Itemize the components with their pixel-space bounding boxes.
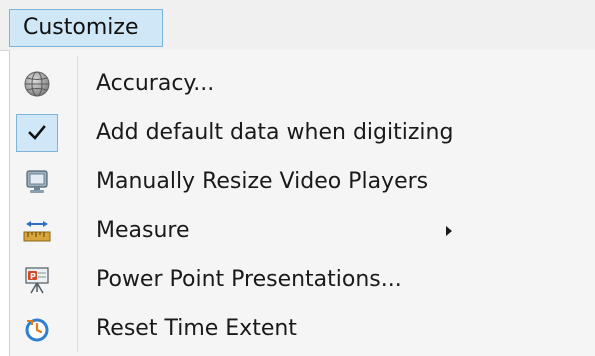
menu-item-powerpoint-presentations[interactable]: P Power Point Presentations... — [10, 256, 595, 304]
menu-item-reset-time-extent[interactable]: Reset Time Extent — [10, 305, 595, 353]
menu-item-accuracy[interactable]: Accuracy... — [10, 60, 595, 108]
menu-item-resize-video-players[interactable]: Manually Resize Video Players — [10, 158, 595, 206]
presentation-icon: P — [16, 261, 58, 299]
menu-item-label: Accuracy... — [96, 71, 215, 96]
reset-clock-icon — [16, 310, 58, 348]
monitor-icon — [16, 163, 58, 201]
svg-text:P: P — [30, 272, 36, 281]
menu-item-label: Power Point Presentations... — [96, 267, 402, 292]
menu-item-add-default-data[interactable]: Add default data when digitizing — [10, 109, 595, 157]
menu-item-label: Add default data when digitizing — [96, 120, 454, 145]
checkmark-icon — [16, 114, 58, 152]
ruler-icon — [16, 212, 58, 250]
menu-bar: Customize — [0, 0, 595, 51]
menu-item-measure[interactable]: Measure — [10, 207, 595, 255]
customize-menu-header[interactable]: Customize — [9, 9, 163, 47]
submenu-arrow-icon — [446, 226, 452, 236]
customize-dropdown-menu: Accuracy... Add default data when digiti… — [9, 50, 595, 356]
menu-item-label: Reset Time Extent — [96, 316, 297, 341]
menu-item-label: Measure — [96, 218, 190, 243]
globe-icon — [16, 65, 58, 103]
menu-item-label: Manually Resize Video Players — [96, 169, 429, 194]
